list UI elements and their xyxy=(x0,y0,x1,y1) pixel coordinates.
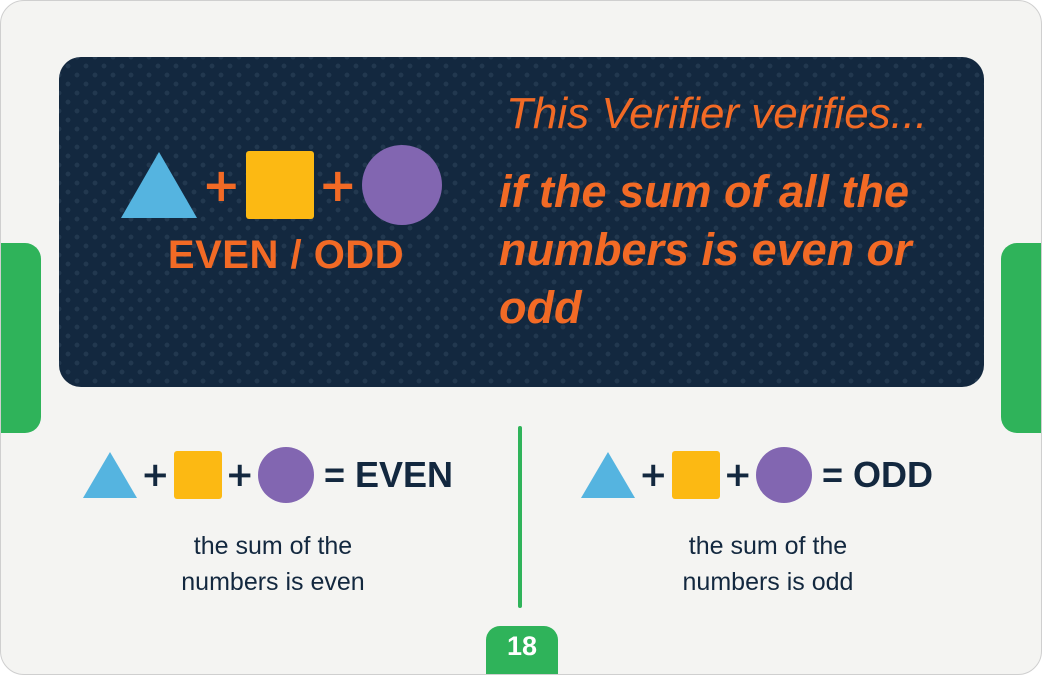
odd-result-text: = ODD xyxy=(822,454,934,495)
even-result-text: = EVEN xyxy=(324,454,454,495)
odd-result-description: the sum of the numbers is odd xyxy=(618,528,918,600)
even-description-line1: the sum of the xyxy=(193,532,353,560)
purple-circle-icon xyxy=(258,447,314,503)
blue-triangle-icon xyxy=(83,452,137,498)
plus-sign: + xyxy=(202,158,241,212)
verifier-card: + + EVEN / ODD This Verifier verifies...… xyxy=(0,0,1042,675)
left-side-tab xyxy=(1,243,41,433)
yellow-square-icon xyxy=(173,451,222,499)
plus-sign: + xyxy=(318,158,358,212)
even-odd-label: EVEN / ODD xyxy=(167,233,405,277)
right-side-tab xyxy=(1001,243,1041,433)
verifier-criterion: if the sum of all the numbers is even or… xyxy=(499,166,912,333)
yellow-square-icon xyxy=(245,151,314,219)
plus-sign: + xyxy=(225,455,255,495)
even-result-formula: + + = EVEN xyxy=(83,447,453,503)
even-result-description: the sum of the numbers is even xyxy=(123,528,423,600)
plus-sign: + xyxy=(639,455,668,495)
odd-result-formula: + + = ODD xyxy=(581,447,933,503)
odd-description-line1: the sum of the xyxy=(688,532,848,560)
purple-circle-icon xyxy=(756,447,812,503)
purple-circle-icon xyxy=(362,145,443,225)
plus-sign: + xyxy=(141,455,170,495)
header-formula: + + xyxy=(121,145,443,225)
blue-triangle-icon xyxy=(121,152,197,218)
even-description-line2: numbers is even xyxy=(181,568,365,596)
odd-description-line2: numbers is odd xyxy=(682,568,854,596)
page-number: 18 xyxy=(486,626,558,674)
yellow-square-icon xyxy=(671,451,720,499)
blue-triangle-icon xyxy=(581,452,635,498)
column-divider xyxy=(518,426,522,608)
plus-sign: + xyxy=(723,455,753,495)
verifier-intro: This Verifier verifies... xyxy=(506,89,928,138)
